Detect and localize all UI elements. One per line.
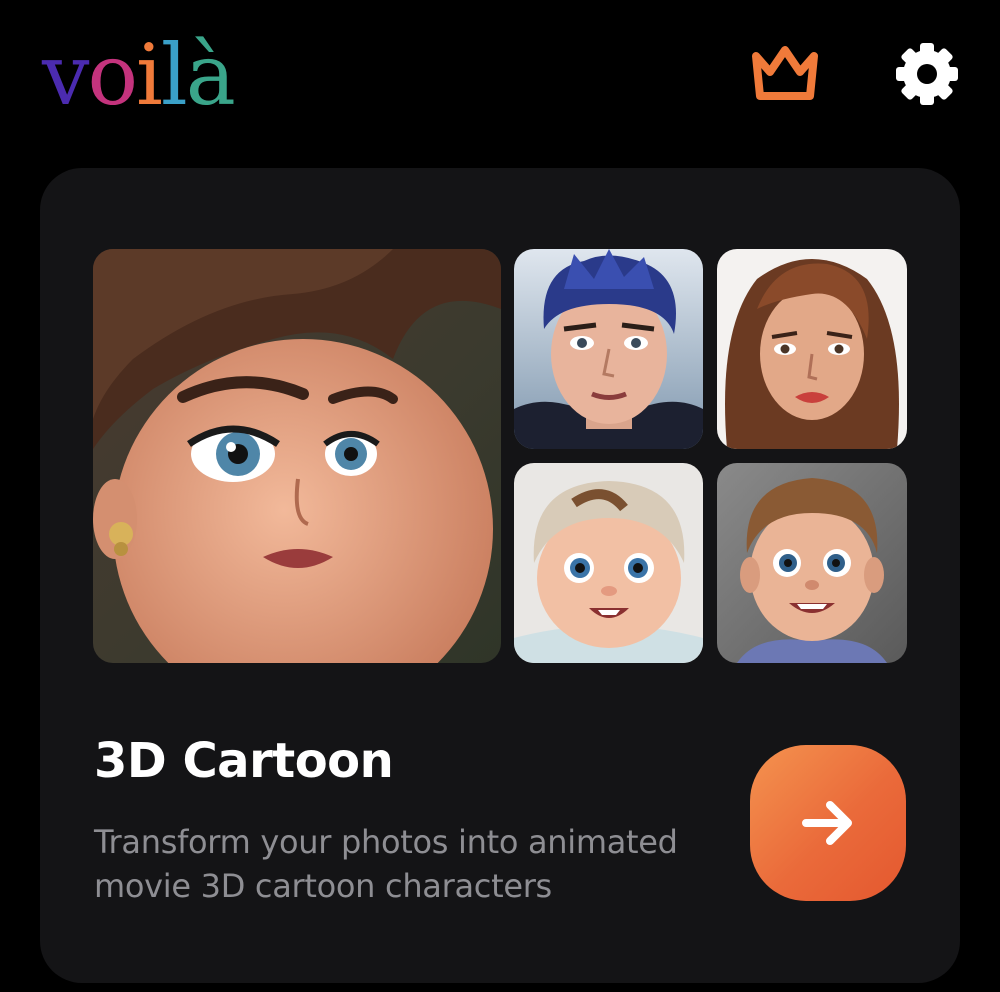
logo-letter: i — [136, 26, 163, 124]
gear-icon — [896, 43, 958, 105]
arrow-right-icon — [802, 801, 852, 845]
cartoon-man-portrait — [514, 249, 703, 449]
man-cartoon-image — [514, 249, 703, 449]
cartoon-baby-portrait — [514, 463, 703, 663]
card-description: Transform your photos into animated movi… — [94, 823, 678, 905]
card-title: 3D Cartoon — [94, 733, 394, 789]
woman-cartoon-image — [93, 249, 501, 663]
baby-cartoon-image — [514, 463, 703, 663]
woman-cartoon-image — [717, 249, 907, 449]
cartoon-brunette-portrait — [717, 249, 907, 449]
cartoon-boy-portrait — [717, 463, 907, 663]
cartoon-woman-portrait — [93, 249, 501, 663]
logo-letter: v — [42, 26, 89, 124]
premium-button[interactable] — [748, 42, 822, 104]
app-logo: voilà — [42, 26, 236, 124]
logo-letter: o — [87, 26, 138, 124]
feature-card-3d-cartoon[interactable]: 3D Cartoon Transform your photos into an… — [40, 168, 960, 983]
logo-letter: l — [160, 26, 188, 124]
boy-cartoon-image — [717, 463, 907, 663]
crown-icon — [752, 46, 818, 100]
open-3d-cartoon-button[interactable] — [750, 745, 906, 901]
logo-letter: à — [185, 26, 236, 124]
settings-button[interactable] — [893, 40, 961, 108]
